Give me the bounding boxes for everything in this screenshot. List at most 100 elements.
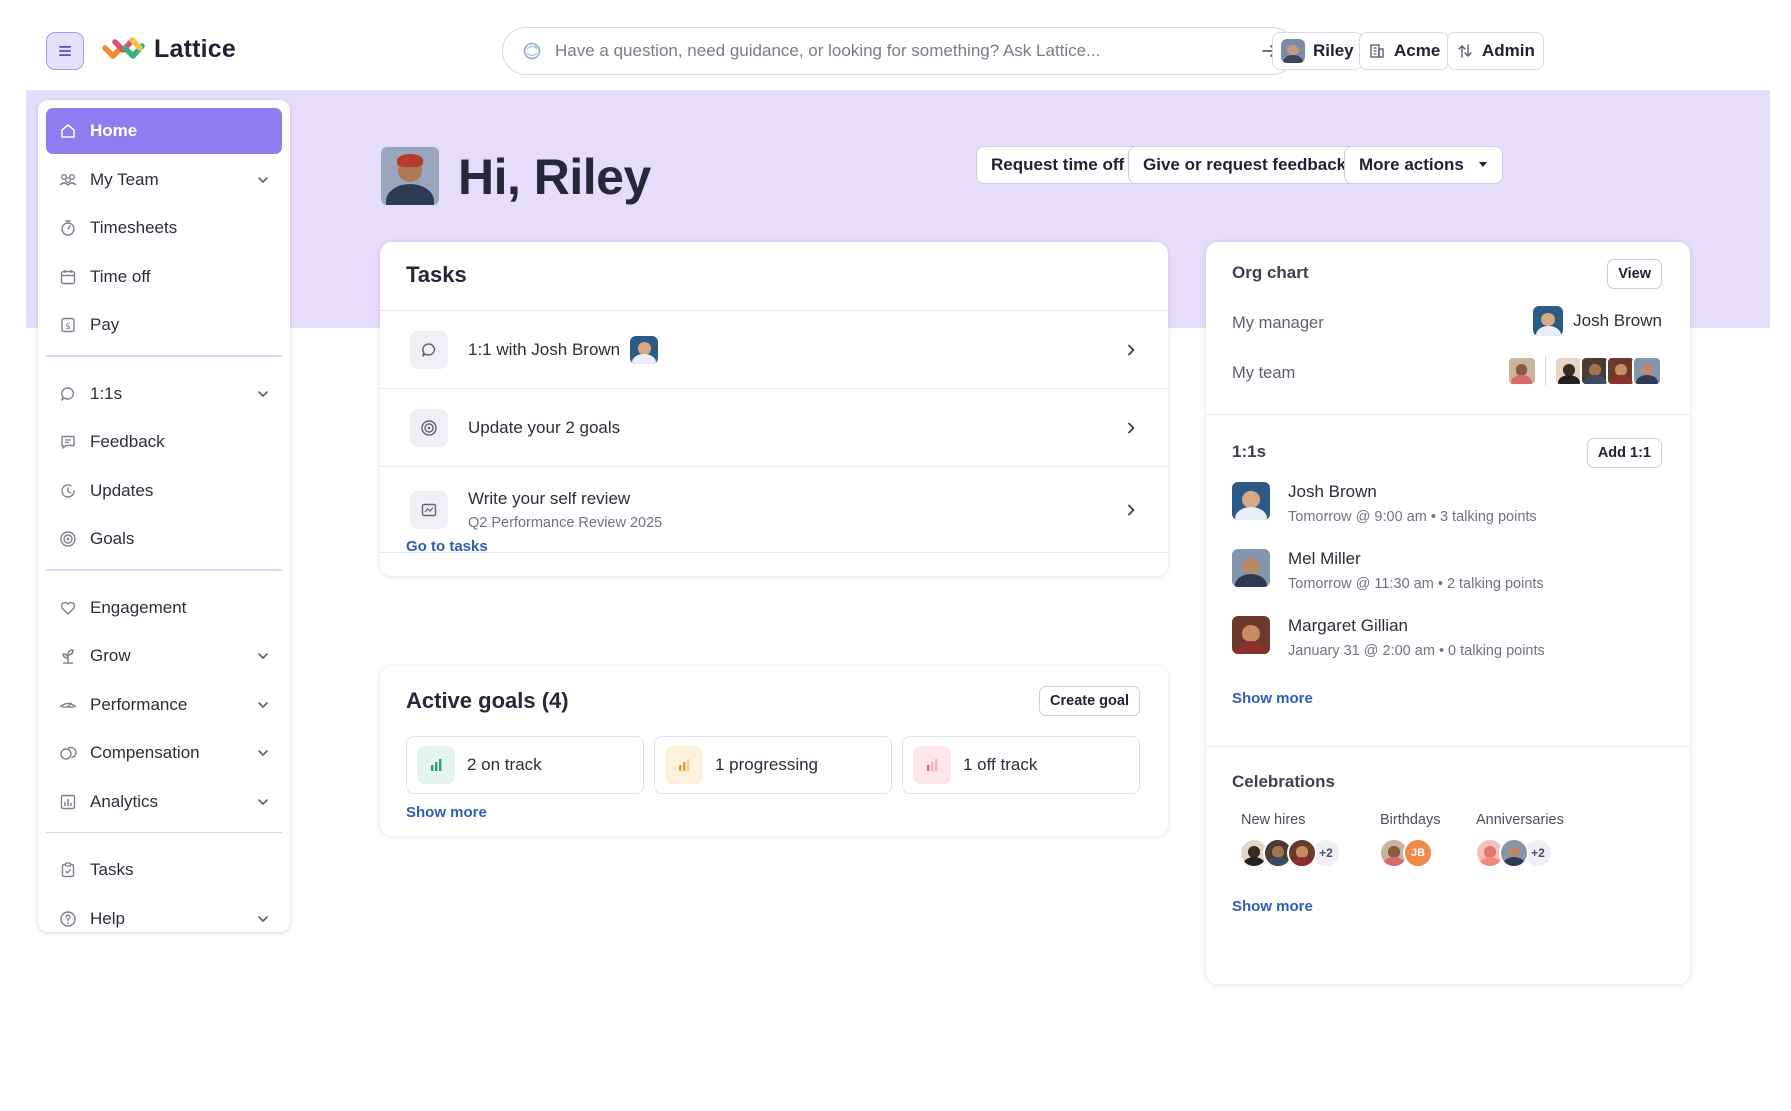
- goal-status-off-track[interactable]: 1 off track: [902, 736, 1140, 794]
- section-divider: [1206, 414, 1690, 415]
- chevron-down-icon[interactable]: [256, 746, 270, 760]
- sidebar-item-label: 1:1s: [90, 383, 123, 403]
- ask-lattice-bar[interactable]: Have a question, need guidance, or looki…: [502, 27, 1296, 75]
- celebrations-show-more-link[interactable]: Show more: [1232, 898, 1313, 915]
- sidebar-item-goals[interactable]: Goals: [46, 516, 282, 562]
- sidebar-item-label: Analytics: [90, 791, 159, 811]
- chevron-down-icon[interactable]: [256, 387, 270, 401]
- one-on-ones-title: 1:1s: [1232, 442, 1267, 461]
- performance-icon: [58, 695, 78, 715]
- chevron-down-icon[interactable]: [256, 173, 270, 187]
- new-hires-label: New hires: [1241, 812, 1306, 828]
- user-name: Riley: [1313, 41, 1354, 60]
- org-chart-title: Org chart: [1232, 263, 1309, 282]
- sparkle-icon: [523, 42, 541, 60]
- home-icon: [58, 121, 78, 141]
- chevron-down-icon[interactable]: [256, 912, 270, 926]
- sidebar-item-updates[interactable]: Updates: [46, 468, 282, 514]
- request-time-off-button[interactable]: Request time off: [976, 146, 1140, 184]
- user-avatar: [1281, 39, 1305, 63]
- tasks-card: Tasks 1:1 with Josh Brown Update your 2 …: [380, 242, 1168, 576]
- mel-miller-avatar: [1232, 549, 1270, 587]
- anniversary-avatar: [1499, 838, 1529, 868]
- sidebar-item-label: Performance: [90, 694, 188, 714]
- goal-status-progressing[interactable]: 1 progressing: [654, 736, 892, 794]
- chevron-down-icon[interactable]: [256, 649, 270, 663]
- one-on-one-item[interactable]: Mel Miller Tomorrow @ 11:30 am • 2 talki…: [1232, 549, 1544, 592]
- sidebar-item-timesheets[interactable]: Timesheets: [46, 205, 282, 251]
- sidebar-item-label: Feedback: [90, 432, 165, 451]
- manager-avatar: [1533, 306, 1564, 336]
- ask-input[interactable]: Have a question, need guidance, or looki…: [555, 41, 1259, 61]
- sidebar-item-time-off[interactable]: Time off: [46, 254, 282, 300]
- task-row[interactable]: Write your self review Q2 Performance Re…: [380, 466, 1168, 552]
- my-manager[interactable]: Josh Brown: [1533, 306, 1662, 336]
- sidebar-item-my-team[interactable]: My Team: [46, 157, 282, 203]
- sidebar-item-compensation[interactable]: Compensation: [46, 730, 282, 776]
- target-icon: [58, 529, 78, 549]
- chevron-down-icon[interactable]: [256, 698, 270, 712]
- sidebar-item-label: Engagement: [90, 597, 187, 617]
- task-title: 1:1 with Josh Brown: [468, 339, 621, 359]
- my-team-label: My team: [1232, 364, 1296, 382]
- company-button[interactable]: Acme: [1359, 32, 1450, 70]
- goals-show-more-link[interactable]: Show more: [406, 804, 487, 821]
- admin-switch-icon: [1458, 44, 1472, 58]
- sidebar-item-engagement[interactable]: Engagement: [46, 585, 282, 631]
- sidebar-item-grow[interactable]: Grow: [46, 633, 282, 679]
- dollar-icon: $: [58, 315, 78, 335]
- margaret-gillian-avatar: [1232, 616, 1270, 654]
- birthdays-avatars[interactable]: JB: [1379, 838, 1433, 868]
- sidebar-item-analytics[interactable]: Analytics: [46, 779, 282, 825]
- chevron-right-icon[interactable]: [1124, 343, 1138, 357]
- menu-button[interactable]: [46, 32, 84, 70]
- user-button[interactable]: Riley: [1272, 32, 1363, 70]
- create-goal-button[interactable]: Create goal: [1039, 686, 1140, 716]
- one-on-one-item[interactable]: Margaret Gillian January 31 @ 2:00 am • …: [1232, 616, 1545, 659]
- sidebar-divider: [46, 569, 282, 571]
- org-chart-view-button[interactable]: View: [1607, 259, 1662, 289]
- help-icon: [58, 909, 78, 929]
- greeting-avatar: [381, 147, 439, 205]
- bar-chart-icon: [913, 746, 951, 784]
- goal-status-on-track[interactable]: 2 on track: [406, 736, 644, 794]
- one-on-one-detail: Tomorrow @ 9:00 am • 3 talking points: [1288, 509, 1537, 525]
- sidebar-item-label: Help: [90, 908, 125, 928]
- coins-icon: [58, 743, 78, 763]
- give-request-feedback-button[interactable]: Give or request feedback: [1128, 146, 1362, 184]
- my-team-avatars[interactable]: [1506, 356, 1662, 386]
- sidebar-item-help[interactable]: Help: [46, 896, 282, 942]
- svg-text:$: $: [65, 322, 71, 332]
- active-goals-title: Active goals (4): [406, 688, 569, 713]
- sidebar-item-label: Goals: [90, 529, 135, 548]
- sidebar-item-feedback[interactable]: Feedback: [46, 419, 282, 465]
- sidebar-item-label: Grow: [90, 646, 131, 665]
- task-row[interactable]: Update your 2 goals: [380, 388, 1168, 466]
- task-row[interactable]: 1:1 with Josh Brown: [380, 310, 1168, 388]
- sidebar-item-pay[interactable]: $ Pay: [46, 302, 282, 348]
- sidebar-item-tasks[interactable]: Tasks: [46, 847, 282, 893]
- one-on-one-item[interactable]: Josh Brown Tomorrow @ 9:00 am • 3 talkin…: [1232, 482, 1537, 525]
- admin-label: Admin: [1482, 41, 1535, 60]
- sidebar-item-home[interactable]: Home: [46, 108, 282, 154]
- sidebar-item-label: Updates: [90, 480, 154, 500]
- goal-status-label: 1 off track: [963, 755, 1038, 774]
- go-to-tasks-link[interactable]: Go to tasks: [406, 538, 488, 555]
- bar-chart-icon: [665, 746, 703, 784]
- sidebar-item-label: Pay: [90, 315, 120, 334]
- more-actions-button[interactable]: More actions: [1344, 146, 1503, 184]
- chevron-right-icon[interactable]: [1124, 503, 1138, 517]
- add-1-1-button[interactable]: Add 1:1: [1586, 438, 1662, 468]
- chevron-right-icon[interactable]: [1124, 421, 1138, 435]
- new-hires-avatars[interactable]: +2: [1239, 838, 1341, 868]
- sidebar-item-1-1s[interactable]: 1:1s: [46, 371, 282, 417]
- more-actions-label: More actions: [1359, 155, 1464, 174]
- sidebar-divider: [46, 831, 282, 833]
- app-name: Lattice: [154, 34, 236, 63]
- anniversaries-avatars[interactable]: +2: [1475, 838, 1553, 868]
- admin-button[interactable]: Admin: [1447, 32, 1544, 70]
- app-logo[interactable]: Lattice: [102, 34, 236, 64]
- chevron-down-icon[interactable]: [256, 795, 270, 809]
- one-on-ones-show-more-link[interactable]: Show more: [1232, 690, 1313, 707]
- sidebar-item-performance[interactable]: Performance: [46, 682, 282, 728]
